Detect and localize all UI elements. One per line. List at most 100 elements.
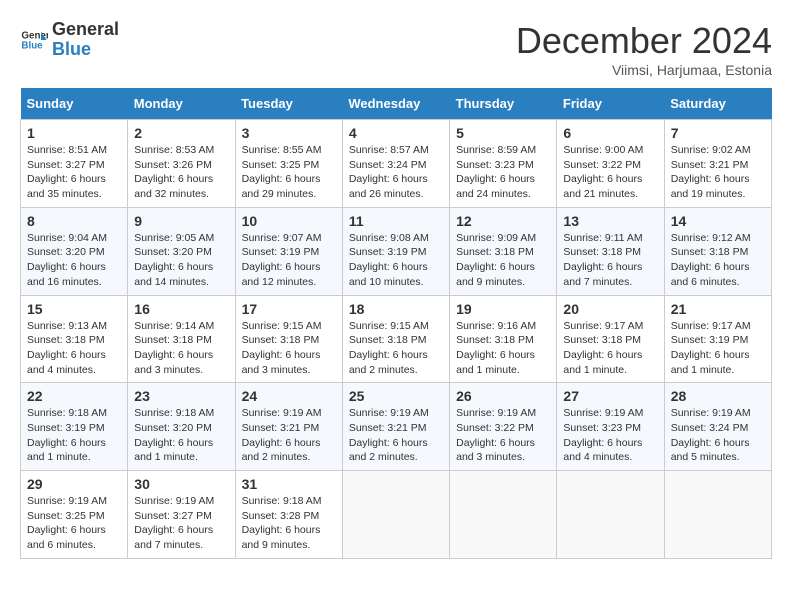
day-info: Sunrise: 9:15 AM Sunset: 3:18 PM Dayligh… bbox=[349, 319, 443, 378]
calendar-cell: 6 Sunrise: 9:00 AM Sunset: 3:22 PM Dayli… bbox=[557, 120, 664, 208]
day-number: 7 bbox=[671, 125, 765, 141]
day-info: Sunrise: 9:15 AM Sunset: 3:18 PM Dayligh… bbox=[242, 319, 336, 378]
logo: General Blue General Blue bbox=[20, 20, 119, 60]
day-info: Sunrise: 9:18 AM Sunset: 3:20 PM Dayligh… bbox=[134, 406, 228, 465]
calendar-cell: 9 Sunrise: 9:05 AM Sunset: 3:20 PM Dayli… bbox=[128, 207, 235, 295]
calendar-body: 1 Sunrise: 8:51 AM Sunset: 3:27 PM Dayli… bbox=[21, 120, 772, 559]
day-info: Sunrise: 9:18 AM Sunset: 3:19 PM Dayligh… bbox=[27, 406, 121, 465]
day-number: 16 bbox=[134, 301, 228, 317]
calendar-cell bbox=[450, 471, 557, 559]
day-number: 14 bbox=[671, 213, 765, 229]
month-title: December 2024 bbox=[516, 20, 772, 62]
calendar-cell: 11 Sunrise: 9:08 AM Sunset: 3:19 PM Dayl… bbox=[342, 207, 449, 295]
day-number: 25 bbox=[349, 388, 443, 404]
day-number: 4 bbox=[349, 125, 443, 141]
calendar-cell: 15 Sunrise: 9:13 AM Sunset: 3:18 PM Dayl… bbox=[21, 295, 128, 383]
calendar-cell: 4 Sunrise: 8:57 AM Sunset: 3:24 PM Dayli… bbox=[342, 120, 449, 208]
header-row: SundayMondayTuesdayWednesdayThursdayFrid… bbox=[21, 88, 772, 120]
calendar-cell: 14 Sunrise: 9:12 AM Sunset: 3:18 PM Dayl… bbox=[664, 207, 771, 295]
calendar-cell: 2 Sunrise: 8:53 AM Sunset: 3:26 PM Dayli… bbox=[128, 120, 235, 208]
logo-text: General Blue bbox=[52, 20, 119, 60]
day-number: 19 bbox=[456, 301, 550, 317]
title-block: December 2024 Viimsi, Harjumaa, Estonia bbox=[516, 20, 772, 78]
day-number: 29 bbox=[27, 476, 121, 492]
calendar-cell: 25 Sunrise: 9:19 AM Sunset: 3:21 PM Dayl… bbox=[342, 383, 449, 471]
day-number: 18 bbox=[349, 301, 443, 317]
day-info: Sunrise: 8:51 AM Sunset: 3:27 PM Dayligh… bbox=[27, 143, 121, 202]
day-info: Sunrise: 9:19 AM Sunset: 3:24 PM Dayligh… bbox=[671, 406, 765, 465]
calendar-cell bbox=[342, 471, 449, 559]
calendar-cell: 19 Sunrise: 9:16 AM Sunset: 3:18 PM Dayl… bbox=[450, 295, 557, 383]
page-header: General Blue General Blue December 2024 … bbox=[20, 20, 772, 78]
calendar-cell: 7 Sunrise: 9:02 AM Sunset: 3:21 PM Dayli… bbox=[664, 120, 771, 208]
calendar-week-2: 8 Sunrise: 9:04 AM Sunset: 3:20 PM Dayli… bbox=[21, 207, 772, 295]
day-info: Sunrise: 9:19 AM Sunset: 3:23 PM Dayligh… bbox=[563, 406, 657, 465]
day-info: Sunrise: 9:13 AM Sunset: 3:18 PM Dayligh… bbox=[27, 319, 121, 378]
day-info: Sunrise: 9:05 AM Sunset: 3:20 PM Dayligh… bbox=[134, 231, 228, 290]
day-info: Sunrise: 9:12 AM Sunset: 3:18 PM Dayligh… bbox=[671, 231, 765, 290]
calendar-week-1: 1 Sunrise: 8:51 AM Sunset: 3:27 PM Dayli… bbox=[21, 120, 772, 208]
weekday-header-saturday: Saturday bbox=[664, 88, 771, 120]
day-info: Sunrise: 9:19 AM Sunset: 3:27 PM Dayligh… bbox=[134, 494, 228, 553]
day-number: 26 bbox=[456, 388, 550, 404]
day-info: Sunrise: 9:17 AM Sunset: 3:18 PM Dayligh… bbox=[563, 319, 657, 378]
calendar-week-3: 15 Sunrise: 9:13 AM Sunset: 3:18 PM Dayl… bbox=[21, 295, 772, 383]
day-number: 1 bbox=[27, 125, 121, 141]
day-info: Sunrise: 9:02 AM Sunset: 3:21 PM Dayligh… bbox=[671, 143, 765, 202]
calendar-cell: 10 Sunrise: 9:07 AM Sunset: 3:19 PM Dayl… bbox=[235, 207, 342, 295]
day-info: Sunrise: 9:19 AM Sunset: 3:21 PM Dayligh… bbox=[349, 406, 443, 465]
day-number: 31 bbox=[242, 476, 336, 492]
calendar-cell: 31 Sunrise: 9:18 AM Sunset: 3:28 PM Dayl… bbox=[235, 471, 342, 559]
day-info: Sunrise: 9:04 AM Sunset: 3:20 PM Dayligh… bbox=[27, 231, 121, 290]
calendar-table: SundayMondayTuesdayWednesdayThursdayFrid… bbox=[20, 88, 772, 559]
day-info: Sunrise: 9:00 AM Sunset: 3:22 PM Dayligh… bbox=[563, 143, 657, 202]
weekday-header-friday: Friday bbox=[557, 88, 664, 120]
day-number: 24 bbox=[242, 388, 336, 404]
weekday-header-monday: Monday bbox=[128, 88, 235, 120]
day-info: Sunrise: 9:16 AM Sunset: 3:18 PM Dayligh… bbox=[456, 319, 550, 378]
day-number: 28 bbox=[671, 388, 765, 404]
day-number: 20 bbox=[563, 301, 657, 317]
weekday-header-wednesday: Wednesday bbox=[342, 88, 449, 120]
day-number: 15 bbox=[27, 301, 121, 317]
calendar-cell: 1 Sunrise: 8:51 AM Sunset: 3:27 PM Dayli… bbox=[21, 120, 128, 208]
day-number: 5 bbox=[456, 125, 550, 141]
day-info: Sunrise: 9:17 AM Sunset: 3:19 PM Dayligh… bbox=[671, 319, 765, 378]
calendar-cell bbox=[664, 471, 771, 559]
day-info: Sunrise: 9:19 AM Sunset: 3:25 PM Dayligh… bbox=[27, 494, 121, 553]
logo-icon: General Blue bbox=[20, 26, 48, 54]
calendar-header: SundayMondayTuesdayWednesdayThursdayFrid… bbox=[21, 88, 772, 120]
day-info: Sunrise: 9:09 AM Sunset: 3:18 PM Dayligh… bbox=[456, 231, 550, 290]
calendar-cell: 24 Sunrise: 9:19 AM Sunset: 3:21 PM Dayl… bbox=[235, 383, 342, 471]
calendar-cell: 12 Sunrise: 9:09 AM Sunset: 3:18 PM Dayl… bbox=[450, 207, 557, 295]
calendar-cell: 3 Sunrise: 8:55 AM Sunset: 3:25 PM Dayli… bbox=[235, 120, 342, 208]
day-info: Sunrise: 8:57 AM Sunset: 3:24 PM Dayligh… bbox=[349, 143, 443, 202]
day-number: 17 bbox=[242, 301, 336, 317]
day-info: Sunrise: 9:18 AM Sunset: 3:28 PM Dayligh… bbox=[242, 494, 336, 553]
day-number: 8 bbox=[27, 213, 121, 229]
day-number: 2 bbox=[134, 125, 228, 141]
day-info: Sunrise: 8:59 AM Sunset: 3:23 PM Dayligh… bbox=[456, 143, 550, 202]
day-info: Sunrise: 9:14 AM Sunset: 3:18 PM Dayligh… bbox=[134, 319, 228, 378]
weekday-header-tuesday: Tuesday bbox=[235, 88, 342, 120]
day-number: 13 bbox=[563, 213, 657, 229]
calendar-cell: 26 Sunrise: 9:19 AM Sunset: 3:22 PM Dayl… bbox=[450, 383, 557, 471]
calendar-cell bbox=[557, 471, 664, 559]
day-number: 22 bbox=[27, 388, 121, 404]
calendar-cell: 22 Sunrise: 9:18 AM Sunset: 3:19 PM Dayl… bbox=[21, 383, 128, 471]
weekday-header-sunday: Sunday bbox=[21, 88, 128, 120]
calendar-cell: 17 Sunrise: 9:15 AM Sunset: 3:18 PM Dayl… bbox=[235, 295, 342, 383]
location-subtitle: Viimsi, Harjumaa, Estonia bbox=[516, 62, 772, 78]
svg-text:Blue: Blue bbox=[21, 40, 43, 51]
calendar-week-5: 29 Sunrise: 9:19 AM Sunset: 3:25 PM Dayl… bbox=[21, 471, 772, 559]
day-number: 30 bbox=[134, 476, 228, 492]
day-info: Sunrise: 9:07 AM Sunset: 3:19 PM Dayligh… bbox=[242, 231, 336, 290]
day-info: Sunrise: 8:55 AM Sunset: 3:25 PM Dayligh… bbox=[242, 143, 336, 202]
calendar-cell: 21 Sunrise: 9:17 AM Sunset: 3:19 PM Dayl… bbox=[664, 295, 771, 383]
calendar-cell: 27 Sunrise: 9:19 AM Sunset: 3:23 PM Dayl… bbox=[557, 383, 664, 471]
calendar-cell: 28 Sunrise: 9:19 AM Sunset: 3:24 PM Dayl… bbox=[664, 383, 771, 471]
day-number: 11 bbox=[349, 213, 443, 229]
day-info: Sunrise: 9:08 AM Sunset: 3:19 PM Dayligh… bbox=[349, 231, 443, 290]
calendar-cell: 30 Sunrise: 9:19 AM Sunset: 3:27 PM Dayl… bbox=[128, 471, 235, 559]
calendar-cell: 23 Sunrise: 9:18 AM Sunset: 3:20 PM Dayl… bbox=[128, 383, 235, 471]
